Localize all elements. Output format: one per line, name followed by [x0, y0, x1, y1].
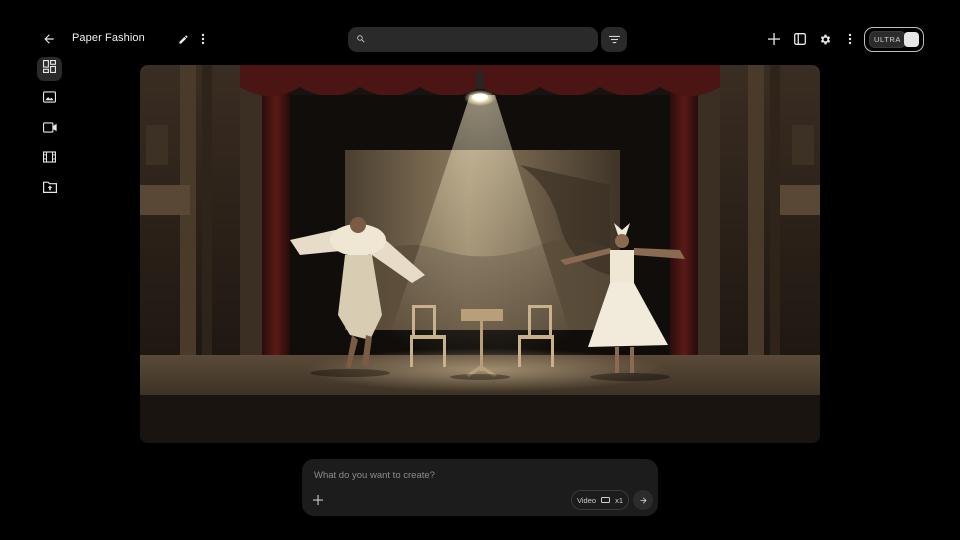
- filter-icon[interactable]: [601, 27, 627, 52]
- search-bar[interactable]: [348, 27, 598, 52]
- video-camera-icon: [42, 120, 57, 138]
- plan-badge: ULTRA: [869, 31, 907, 48]
- more-vertical-icon[interactable]: [842, 30, 858, 48]
- dashboard-icon: [43, 60, 56, 78]
- generation-mode-chip[interactable]: Video x1: [571, 490, 629, 510]
- add-attachment-icon[interactable]: [310, 492, 326, 508]
- prompt-input[interactable]: [314, 468, 644, 482]
- sidebar-item-videos[interactable]: [37, 117, 62, 141]
- settings-gear-icon[interactable]: [816, 30, 834, 48]
- add-icon[interactable]: [765, 30, 783, 48]
- mode-label: Video: [577, 495, 597, 505]
- avatar[interactable]: [904, 32, 919, 47]
- film-strip-icon: [43, 150, 57, 168]
- search-input[interactable]: [372, 33, 582, 46]
- generated-image-stage-scene[interactable]: [140, 65, 820, 443]
- sidebar-item-images[interactable]: [37, 87, 62, 111]
- project-title: Paper Fashion: [72, 32, 145, 44]
- sidebar-item-film[interactable]: [37, 147, 62, 171]
- image-icon: [43, 90, 57, 108]
- aspect-ratio-icon: [601, 496, 611, 505]
- edit-pencil-icon[interactable]: [174, 30, 192, 48]
- sidebar-item-dashboard[interactable]: [37, 57, 62, 81]
- account-plan-pill[interactable]: ULTRA: [864, 27, 924, 52]
- output-count-label: x1: [615, 495, 623, 505]
- more-vertical-icon[interactable]: [195, 30, 211, 48]
- sidebar-item-folder[interactable]: [37, 177, 62, 201]
- back-arrow-icon[interactable]: [38, 28, 60, 50]
- side-panel-icon[interactable]: [791, 30, 809, 48]
- folder-upload-icon: [42, 180, 57, 198]
- search-icon: [356, 31, 366, 49]
- send-arrow-icon[interactable]: [633, 490, 653, 510]
